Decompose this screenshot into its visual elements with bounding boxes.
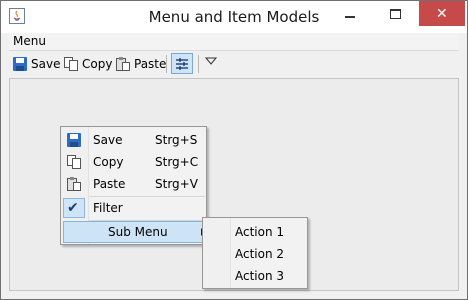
toolbar-separator [166, 55, 167, 73]
maximize-icon [390, 9, 401, 19]
copy-label: Copy [82, 57, 113, 71]
floppy-disk-icon [67, 133, 81, 147]
paste-icon [67, 177, 81, 191]
copy-button[interactable]: Copy [63, 54, 112, 74]
menu-item-action-2[interactable]: Action 2 [235, 247, 284, 261]
menu-item-accelerator: Strg+C [155, 155, 199, 169]
paste-button[interactable]: Paste [115, 54, 166, 74]
menu-item-copy[interactable]: Copy Strg+C [61, 151, 206, 173]
menu-item-sub-menu[interactable]: Sub Menu [63, 221, 205, 243]
menu-item-label: Sub Menu [108, 225, 168, 239]
chevron-down-icon[interactable] [205, 57, 217, 65]
save-button[interactable]: Save [12, 54, 60, 74]
copy-icon [67, 155, 81, 169]
menu-item-accelerator: Strg+V [155, 177, 198, 191]
filter-toggle-button[interactable] [171, 53, 193, 74]
menu-item-label: Save [93, 133, 123, 147]
close-icon: ✕ [436, 6, 448, 22]
title-bar: Menu and Item Models ✕ [1, 1, 467, 33]
menu-item-paste[interactable]: Paste Strg+V [61, 173, 206, 195]
close-button[interactable]: ✕ [419, 1, 465, 26]
submenu-icon-column [203, 218, 231, 288]
copy-icon [64, 57, 78, 71]
menu-item-filter[interactable]: ✔ Filter [61, 197, 206, 219]
minimize-icon [345, 16, 355, 18]
menu-item-save[interactable]: Save Strg+S [61, 129, 206, 151]
maximize-button[interactable] [373, 1, 419, 26]
paste-icon [116, 57, 130, 71]
minimize-button[interactable] [327, 1, 373, 26]
floppy-disk-icon [13, 57, 27, 71]
menu-item-accelerator: Strg+S [155, 133, 198, 147]
checkmark-icon: ✔ [67, 200, 79, 216]
filter-icon [176, 58, 188, 70]
menu-item-label: Paste [93, 177, 126, 191]
menu-menu[interactable]: Menu [13, 34, 46, 48]
menu-item-action-3[interactable]: Action 3 [235, 269, 284, 283]
save-label: Save [31, 57, 61, 71]
submenu: Action 1 Action 2 Action 3 [202, 217, 308, 289]
filter-checkbox: ✔ [63, 198, 85, 218]
menu-item-label: Filter [93, 201, 123, 215]
menu-item-label: Copy [93, 155, 124, 169]
toolbar-separator [198, 55, 199, 73]
popup-menu: Save Strg+S Copy Strg+C Paste Strg+V ✔ F… [60, 126, 207, 245]
menu-bar: Menu [9, 33, 459, 51]
paste-label: Paste [134, 57, 167, 71]
menu-item-action-1[interactable]: Action 1 [235, 225, 284, 239]
toolbar: Save Copy Paste [9, 51, 459, 77]
